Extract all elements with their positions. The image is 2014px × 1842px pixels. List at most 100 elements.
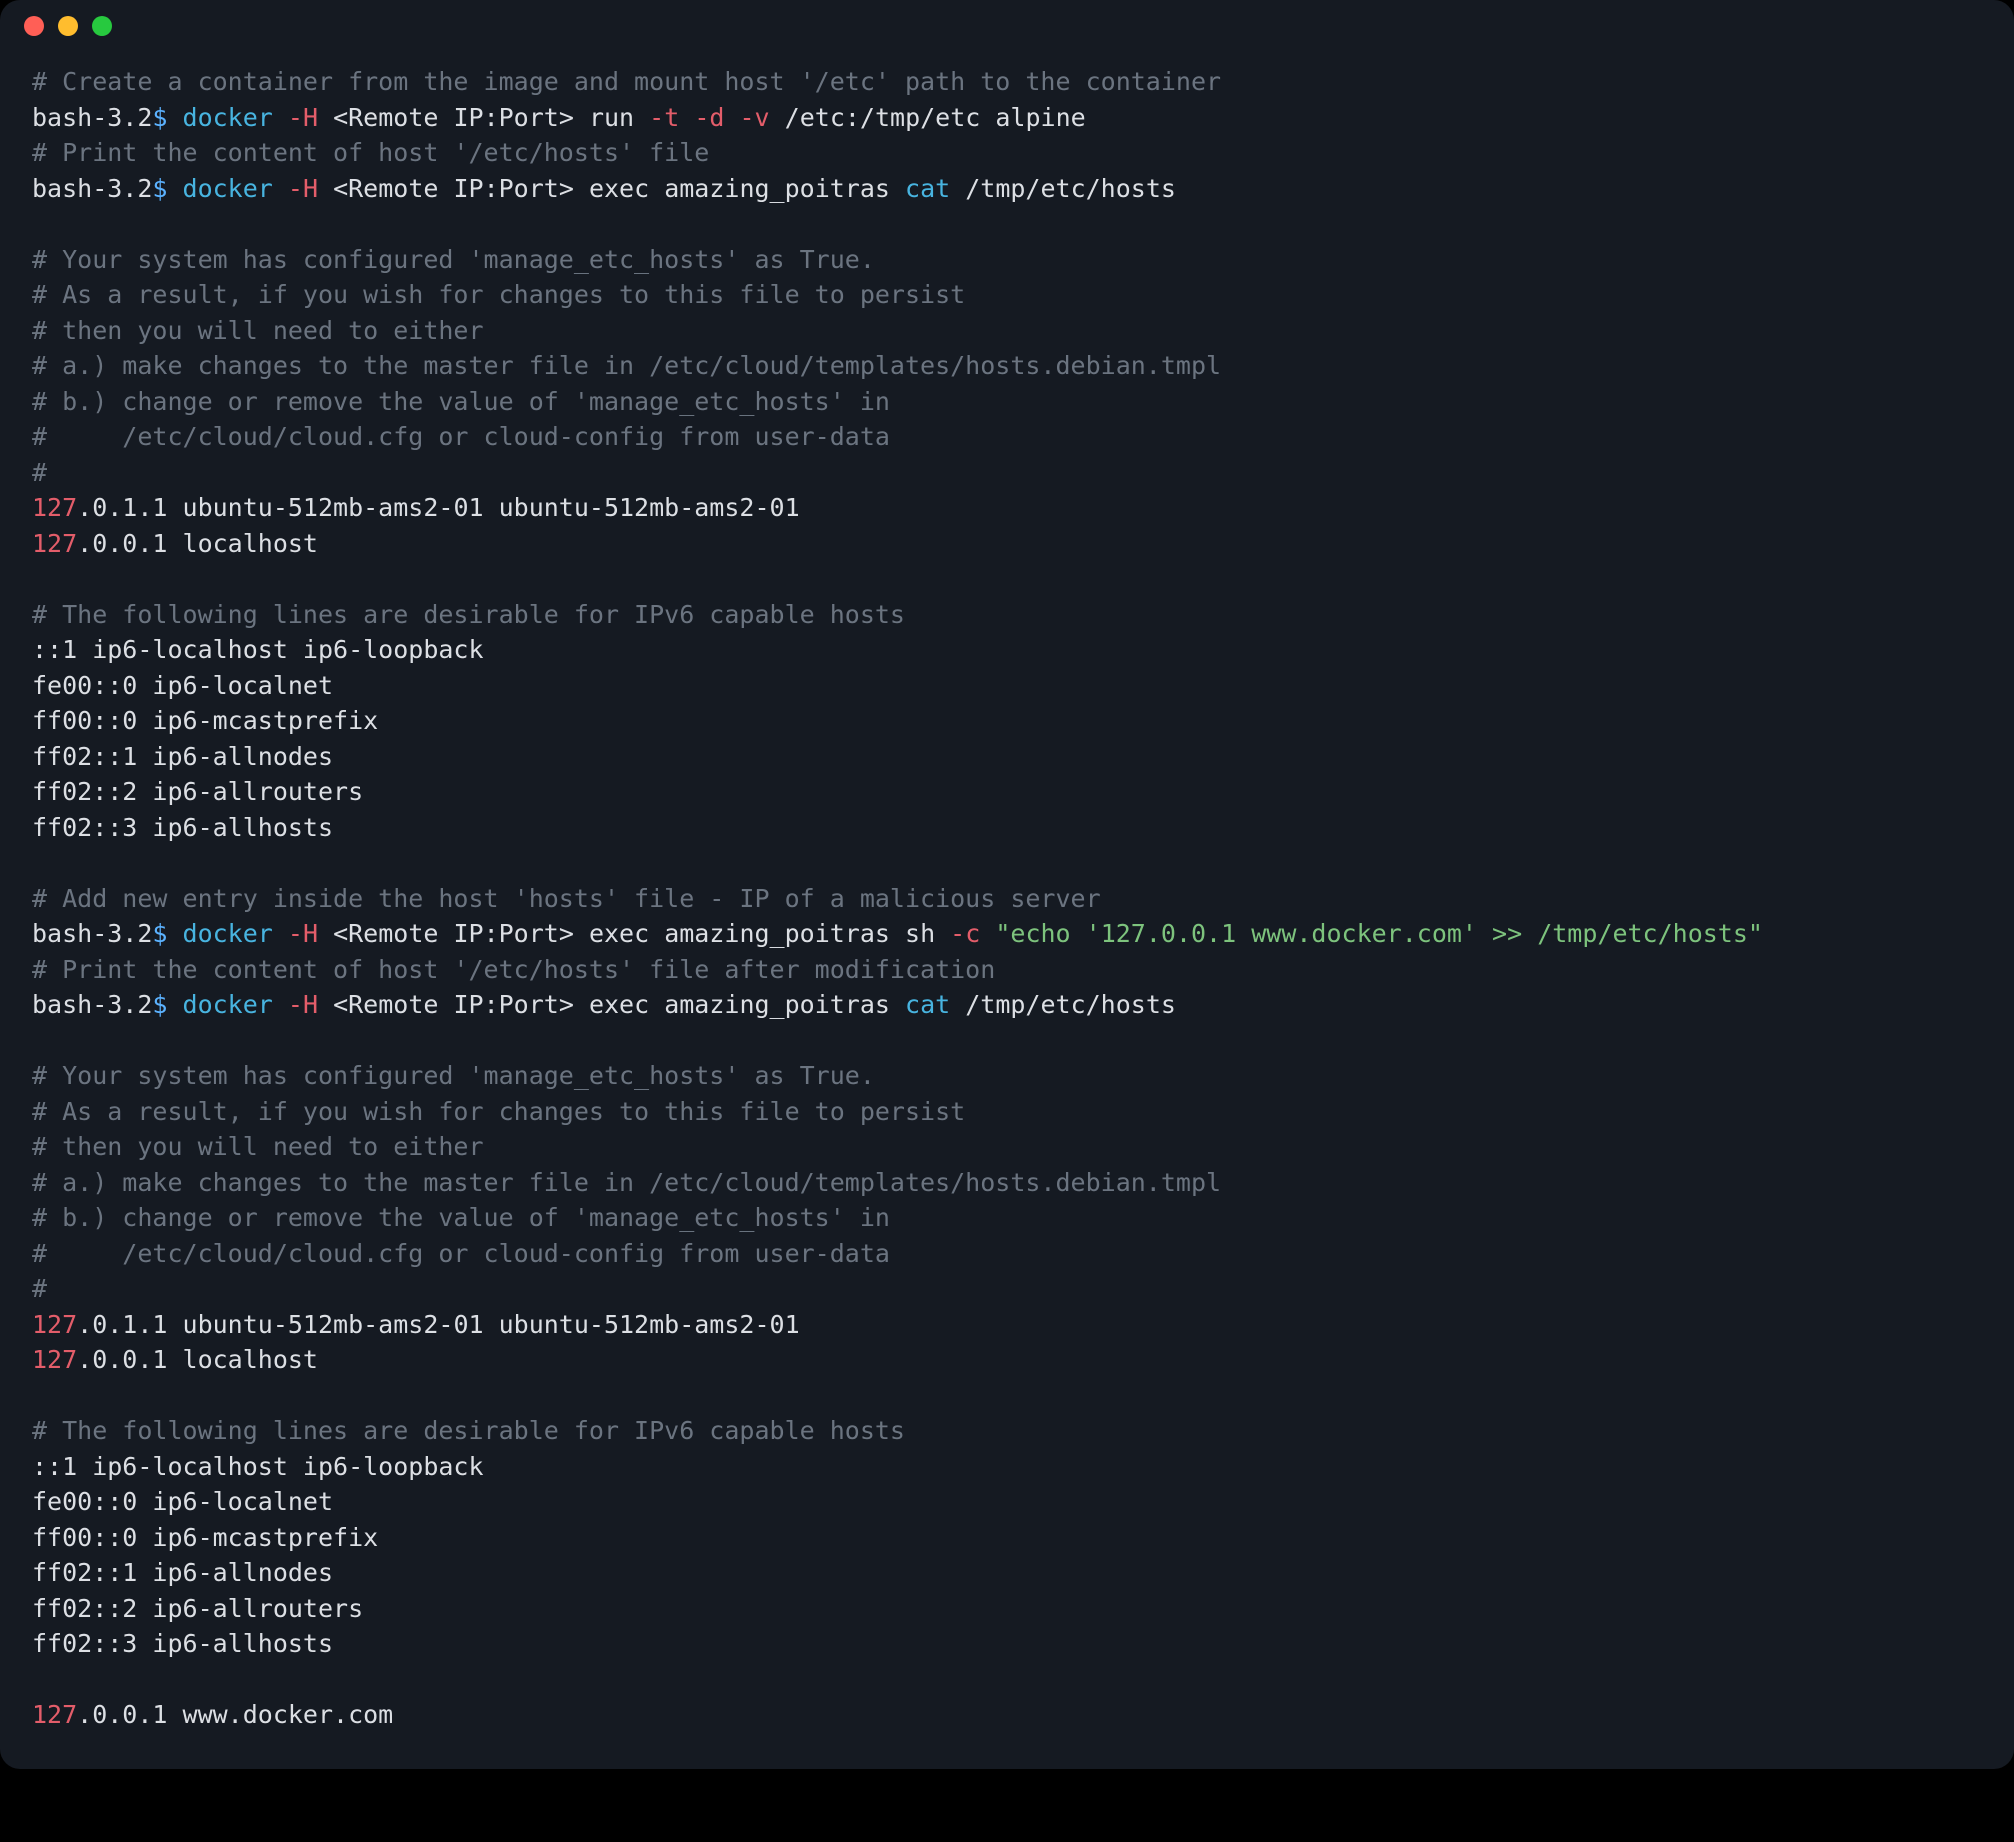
terminal-token: -H bbox=[288, 103, 318, 132]
close-icon[interactable] bbox=[24, 16, 44, 36]
terminal-token: ff02::3 ip6-allhosts bbox=[32, 1629, 333, 1658]
terminal-token bbox=[32, 209, 47, 238]
terminal-token: 127 bbox=[32, 1345, 77, 1374]
terminal-line: # As a result, if you wish for changes t… bbox=[32, 1094, 1982, 1130]
terminal-body[interactable]: # Create a container from the image and … bbox=[0, 52, 2014, 1769]
terminal-token: 127 bbox=[32, 529, 77, 558]
terminal-token: 127 bbox=[32, 1310, 77, 1339]
terminal-line: ff02::2 ip6-allrouters bbox=[32, 1591, 1982, 1627]
terminal-token: .0.0.1 www.docker.com bbox=[77, 1700, 393, 1729]
terminal-line: bash-3.2$ docker -H <Remote IP:Port> exe… bbox=[32, 987, 1982, 1023]
terminal-token: /etc:/tmp/etc alpine bbox=[770, 103, 1086, 132]
terminal-line: ff02::3 ip6-allhosts bbox=[32, 810, 1982, 846]
terminal-token: # Your system has configured 'manage_etc… bbox=[32, 1061, 875, 1090]
terminal-token: ::1 ip6-localhost ip6-loopback bbox=[32, 635, 484, 664]
terminal-token: "echo '127.0.0.1 www.docker.com' >> /tmp… bbox=[995, 919, 1763, 948]
terminal-token: # Print the content of host '/etc/hosts'… bbox=[32, 138, 709, 167]
terminal-token bbox=[679, 103, 694, 132]
terminal-token bbox=[273, 919, 288, 948]
terminal-line bbox=[32, 206, 1982, 242]
terminal-token bbox=[32, 1381, 47, 1410]
terminal-token: ff02::2 ip6-allrouters bbox=[32, 1594, 363, 1623]
minimize-icon[interactable] bbox=[58, 16, 78, 36]
terminal-line: # The following lines are desirable for … bbox=[32, 1413, 1982, 1449]
terminal-line bbox=[32, 1662, 1982, 1698]
terminal-line: # The following lines are desirable for … bbox=[32, 597, 1982, 633]
terminal-token: fe00::0 ip6-localnet bbox=[32, 671, 333, 700]
terminal-line: ff02::1 ip6-allnodes bbox=[32, 1555, 1982, 1591]
terminal-line: # Print the content of host '/etc/hosts'… bbox=[32, 952, 1982, 988]
terminal-token: bash-3.2 bbox=[32, 174, 152, 203]
terminal-token: $ bbox=[152, 103, 182, 132]
terminal-token: ff00::0 ip6-mcastprefix bbox=[32, 1523, 378, 1552]
terminal-line: bash-3.2$ docker -H <Remote IP:Port> exe… bbox=[32, 916, 1982, 952]
terminal-line: 127.0.0.1 www.docker.com bbox=[32, 1697, 1982, 1733]
terminal-token: -t bbox=[649, 103, 679, 132]
terminal-token bbox=[32, 1665, 47, 1694]
terminal-token: /tmp/etc/hosts bbox=[950, 174, 1176, 203]
terminal-token: .0.0.1 localhost bbox=[77, 1345, 318, 1374]
terminal-token: docker bbox=[183, 990, 273, 1019]
terminal-line: # a.) make changes to the master file in… bbox=[32, 1165, 1982, 1201]
terminal-token: bash-3.2 bbox=[32, 919, 152, 948]
terminal-token: # b.) change or remove the value of 'man… bbox=[32, 1203, 890, 1232]
terminal-line: bash-3.2$ docker -H <Remote IP:Port> exe… bbox=[32, 171, 1982, 207]
terminal-token: ff00::0 ip6-mcastprefix bbox=[32, 706, 378, 735]
terminal-token: # Print the content of host '/etc/hosts'… bbox=[32, 955, 995, 984]
terminal-line bbox=[32, 1378, 1982, 1414]
terminal-token bbox=[32, 848, 47, 877]
terminal-line: bash-3.2$ docker -H <Remote IP:Port> run… bbox=[32, 100, 1982, 136]
terminal-token: bash-3.2 bbox=[32, 103, 152, 132]
terminal-line: # Create a container from the image and … bbox=[32, 64, 1982, 100]
terminal-token: cat bbox=[905, 174, 950, 203]
terminal-token: docker bbox=[183, 919, 273, 948]
terminal-line: ff00::0 ip6-mcastprefix bbox=[32, 1520, 1982, 1556]
terminal-token: # As a result, if you wish for changes t… bbox=[32, 1097, 965, 1126]
terminal-token: -H bbox=[288, 919, 318, 948]
terminal-token: bash-3.2 bbox=[32, 990, 152, 1019]
terminal-token: fe00::0 ip6-localnet bbox=[32, 1487, 333, 1516]
terminal-token bbox=[32, 1026, 47, 1055]
terminal-token: # /etc/cloud/cloud.cfg or cloud-config f… bbox=[32, 1239, 890, 1268]
terminal-line bbox=[32, 845, 1982, 881]
terminal-line: 127.0.0.1 localhost bbox=[32, 1342, 1982, 1378]
terminal-token: # then you will need to either bbox=[32, 316, 484, 345]
terminal-line: # then you will need to either bbox=[32, 313, 1982, 349]
terminal-window: # Create a container from the image and … bbox=[0, 0, 2014, 1769]
terminal-token: .0.1.1 ubuntu-512mb-ams2-01 ubuntu-512mb… bbox=[77, 493, 799, 522]
terminal-token: docker bbox=[183, 103, 273, 132]
terminal-token: <Remote IP:Port> exec amazing_poitras bbox=[318, 990, 905, 1019]
terminal-line: ff00::0 ip6-mcastprefix bbox=[32, 703, 1982, 739]
terminal-token: docker bbox=[183, 174, 273, 203]
terminal-line: # Your system has configured 'manage_etc… bbox=[32, 242, 1982, 278]
terminal-line: # Your system has configured 'manage_etc… bbox=[32, 1058, 1982, 1094]
terminal-token bbox=[273, 990, 288, 1019]
terminal-token: /tmp/etc/hosts bbox=[950, 990, 1176, 1019]
terminal-line: # bbox=[32, 455, 1982, 491]
terminal-line: # /etc/cloud/cloud.cfg or cloud-config f… bbox=[32, 419, 1982, 455]
terminal-line: ff02::3 ip6-allhosts bbox=[32, 1626, 1982, 1662]
zoom-icon[interactable] bbox=[92, 16, 112, 36]
terminal-token bbox=[273, 174, 288, 203]
terminal-token: -c bbox=[950, 919, 980, 948]
terminal-line: 127.0.0.1 localhost bbox=[32, 526, 1982, 562]
terminal-line: ::1 ip6-localhost ip6-loopback bbox=[32, 632, 1982, 668]
terminal-token: # b.) change or remove the value of 'man… bbox=[32, 387, 890, 416]
terminal-token: $ bbox=[152, 174, 182, 203]
terminal-token: ff02::2 ip6-allrouters bbox=[32, 777, 363, 806]
terminal-token: <Remote IP:Port> exec amazing_poitras sh bbox=[318, 919, 950, 948]
terminal-line bbox=[32, 561, 1982, 597]
terminal-token: # The following lines are desirable for … bbox=[32, 1416, 905, 1445]
terminal-token bbox=[724, 103, 739, 132]
terminal-line: 127.0.1.1 ubuntu-512mb-ams2-01 ubuntu-51… bbox=[32, 490, 1982, 526]
terminal-line: # As a result, if you wish for changes t… bbox=[32, 277, 1982, 313]
terminal-line: # then you will need to either bbox=[32, 1129, 1982, 1165]
window-titlebar bbox=[0, 0, 2014, 52]
terminal-token: -v bbox=[740, 103, 770, 132]
terminal-line: # Print the content of host '/etc/hosts'… bbox=[32, 135, 1982, 171]
terminal-line: # a.) make changes to the master file in… bbox=[32, 348, 1982, 384]
terminal-token: # a.) make changes to the master file in… bbox=[32, 351, 1221, 380]
terminal-token: -H bbox=[288, 990, 318, 1019]
terminal-line: ff02::1 ip6-allnodes bbox=[32, 739, 1982, 775]
terminal-token: # bbox=[32, 458, 47, 487]
